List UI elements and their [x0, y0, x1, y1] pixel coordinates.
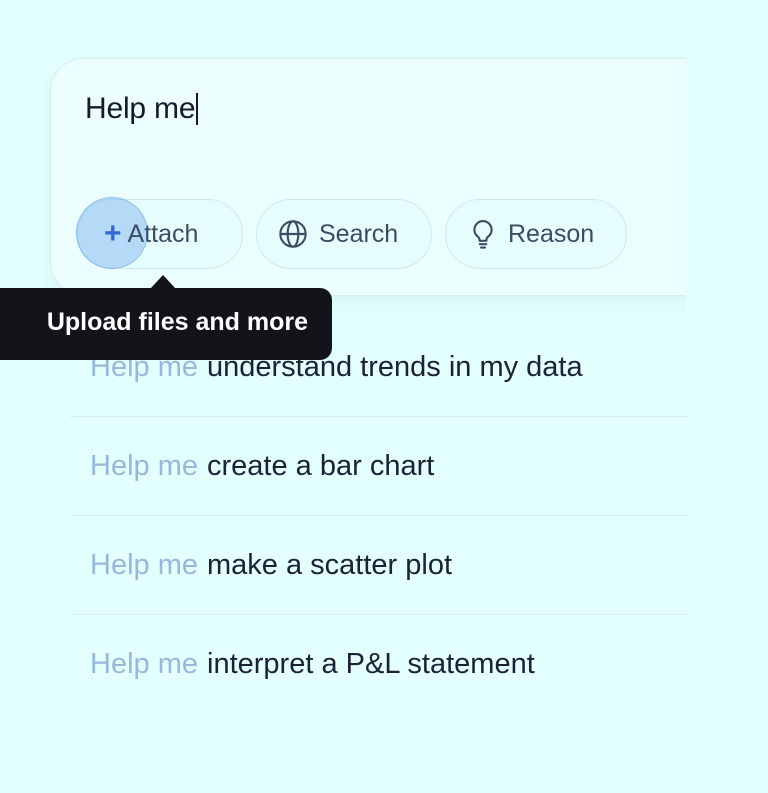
lightbulb-icon	[468, 218, 498, 250]
plus-icon: +	[104, 217, 122, 250]
reason-button[interactable]: Reason	[445, 199, 627, 269]
search-button-label: Search	[319, 219, 399, 248]
right-edge-mask	[686, 0, 768, 793]
text-caret	[196, 93, 199, 125]
tooltip-text: Upload files and more	[46, 308, 308, 336]
prompt-input[interactable]: Help me	[85, 89, 199, 129]
composer: Help me + Attach Search Reason	[50, 58, 730, 296]
prompt-input-text: Help me	[85, 92, 196, 125]
attach-button-label: Attach	[127, 219, 199, 248]
suggestion-item[interactable]: Help me make a scatter plot	[70, 516, 688, 615]
attach-button[interactable]: + Attach	[76, 197, 243, 269]
suggestion-text: create a bar chart	[207, 449, 435, 482]
reason-button-label: Reason	[508, 219, 595, 248]
tooltip-arrow	[150, 275, 176, 289]
suggestion-item[interactable]: Help me interpret a P&L statement	[70, 615, 688, 714]
suggestion-prefix: Help me	[90, 449, 198, 482]
suggestion-text: interpret a P&L statement	[207, 648, 535, 680]
search-button[interactable]: Search	[256, 199, 432, 269]
attach-tooltip: Upload files and more	[0, 288, 332, 360]
page: Help me + Attach Search Reason Upload fi…	[0, 0, 768, 793]
suggestion-prefix: Help me	[90, 548, 198, 581]
suggestion-text: make a scatter plot	[207, 548, 452, 581]
suggestion-item[interactable]: Help me create a bar chart	[70, 417, 688, 516]
suggestion-list: Help me understand trends in my data Hel…	[70, 318, 688, 714]
globe-icon	[277, 218, 309, 250]
suggestion-prefix: Help me	[90, 648, 198, 680]
